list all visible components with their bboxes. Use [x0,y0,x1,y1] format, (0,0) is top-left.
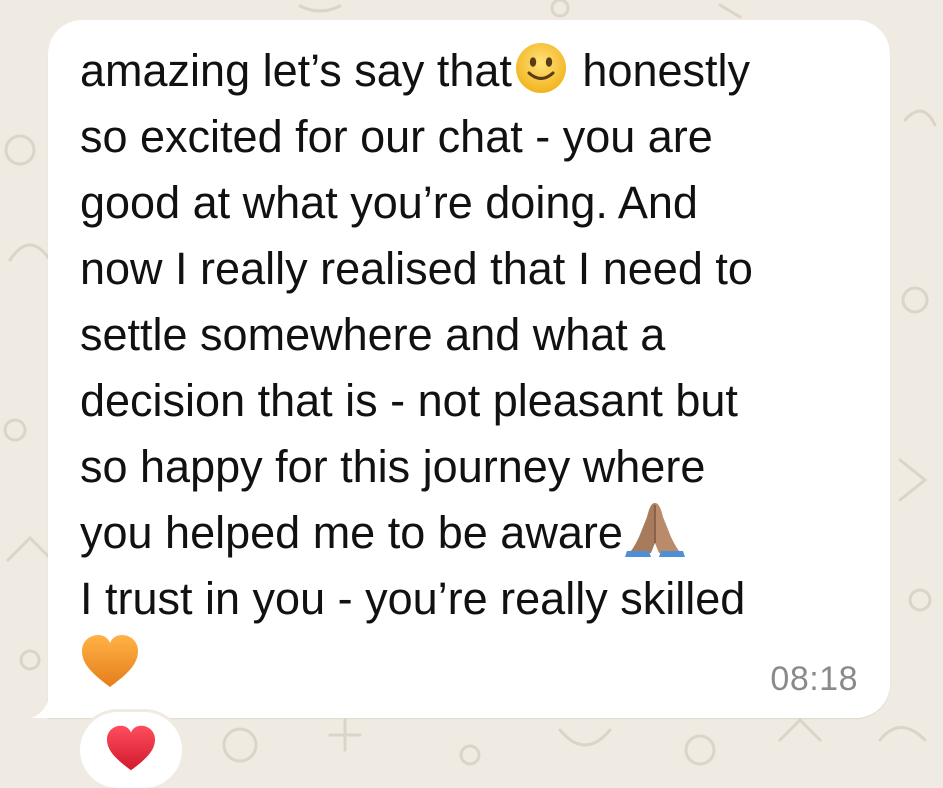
message-line-5: settle somewhere and what a [80,309,666,360]
folded-hands-icon [624,501,685,575]
orange-heart-icon [80,633,140,707]
message-line-4: now I really realised that I need to [80,243,753,294]
message-line-7: so happy for this journey where [80,441,706,492]
slightly-smiling-face-icon [514,41,568,113]
message-timestamp: 08:18 [770,660,858,698]
message-line-1-text: amazing let’s say that [80,45,512,96]
message-line-8: you helped me to be aware [80,500,860,566]
message-line-9: I trust in you - you’re really skilled [80,573,746,624]
message-line-1b-text: honestly [582,45,751,96]
message-line-10 [80,632,860,698]
message-text: amazing let’s say that honestly so excit… [80,38,860,698]
message-line-1: amazing let’s say that honestly [80,38,860,104]
reaction-badge[interactable] [80,712,182,788]
incoming-message-bubble[interactable]: amazing let’s say that honestly so excit… [48,20,890,718]
message-line-6: decision that is - not pleasant but [80,375,738,426]
red-heart-icon [105,724,157,777]
message-line-2: so excited for our chat - you are [80,111,713,162]
message-line-3: good at what you’re doing. And [80,177,698,228]
message-line-8-text: you helped me to be aware [80,507,623,558]
